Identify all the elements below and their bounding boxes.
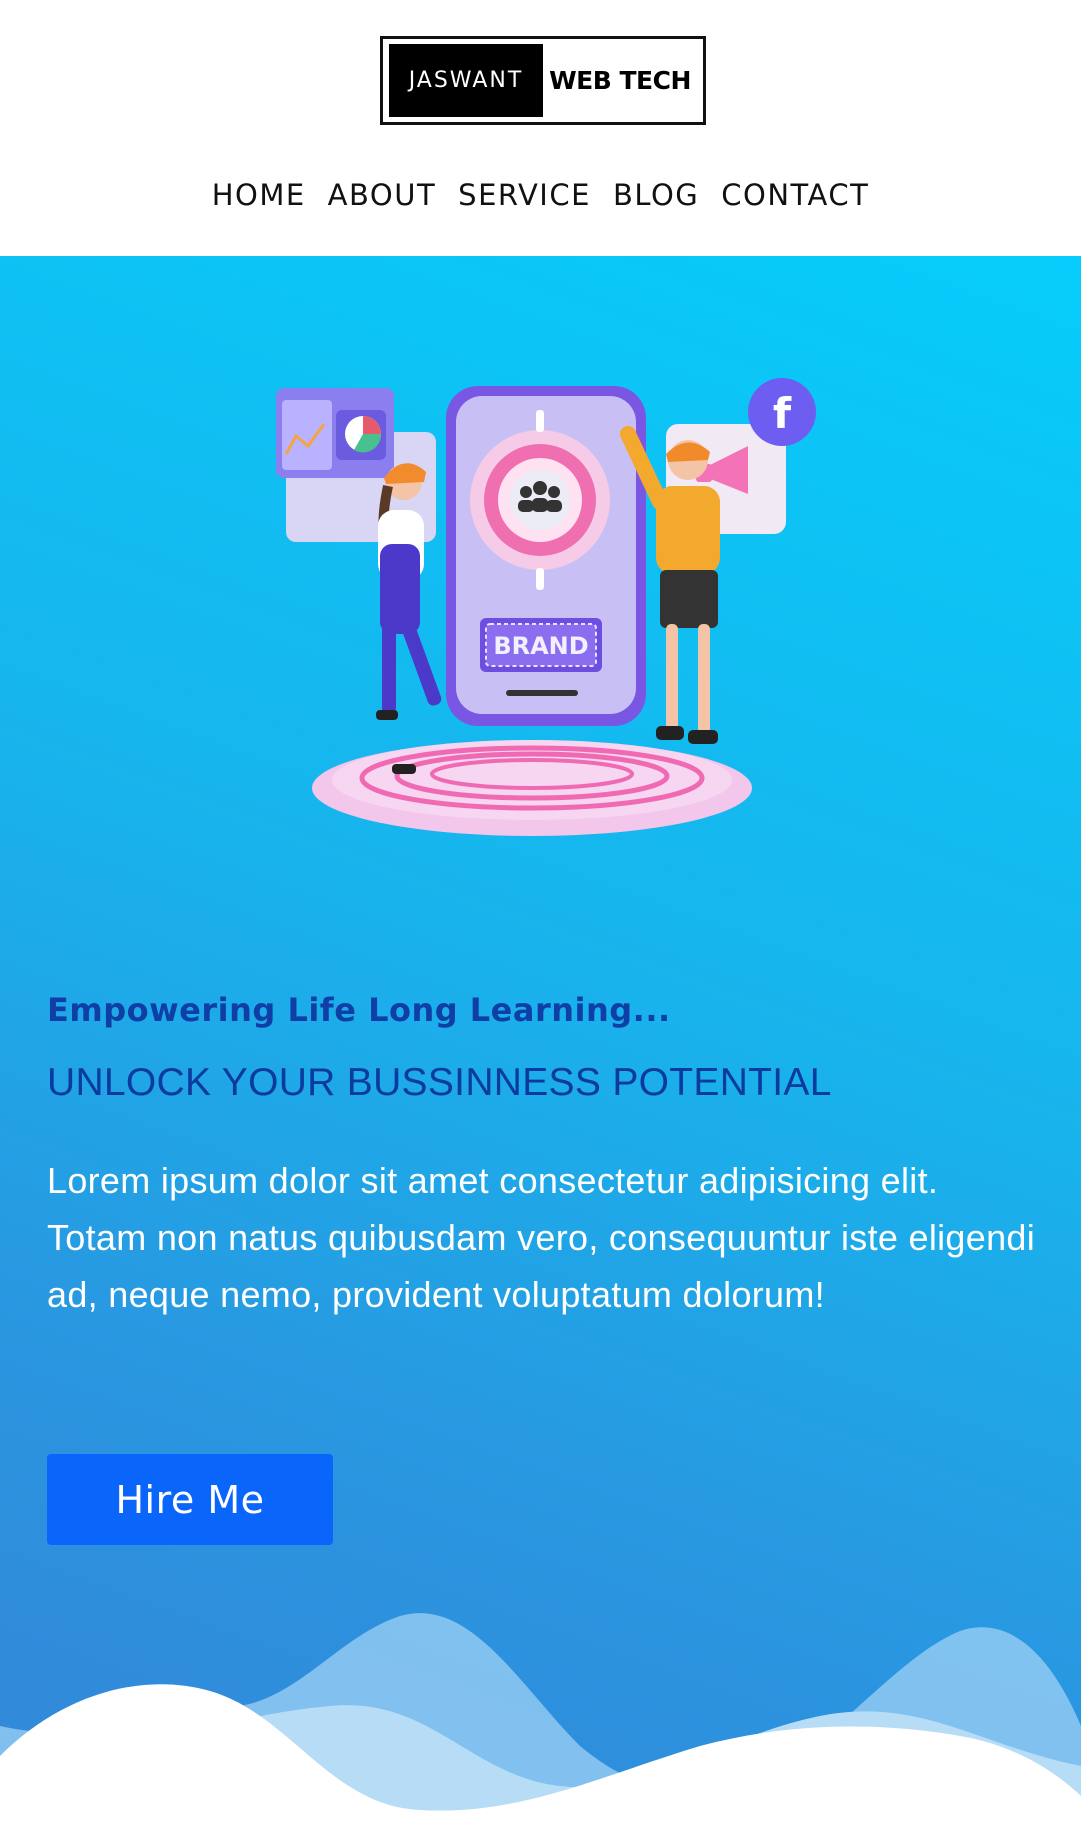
site-header: JASWANT WEB TECH HOME ABOUT SERVICE BLOG… <box>0 0 1081 256</box>
hero-section: BRAND f Empowering Life Long Learning...… <box>0 256 1081 1838</box>
phone: BRAND <box>446 386 646 726</box>
logo-right-text: WEB TECH <box>549 66 691 95</box>
hero-tagline: Empowering Life Long Learning... <box>47 991 671 1029</box>
logo-left-text: JASWANT <box>389 44 543 117</box>
logo[interactable]: JASWANT WEB TECH <box>380 36 706 125</box>
nav-item-about[interactable]: ABOUT <box>328 178 437 212</box>
hero-description: Lorem ipsum dolor sit amet consectetur a… <box>47 1160 1036 1315</box>
hero-illustration: BRAND f <box>276 378 816 836</box>
facebook-icon: f <box>748 378 816 446</box>
nav-item-contact[interactable]: CONTACT <box>721 178 869 212</box>
nav-item-blog[interactable]: BLOG <box>613 178 699 212</box>
hero-headline: UNLOCK YOUR BUSSINNESS POTENTIAL <box>47 1061 832 1104</box>
brand-badge: BRAND <box>493 632 588 660</box>
svg-text:f: f <box>773 389 792 438</box>
nav-item-service[interactable]: SERVICE <box>458 178 591 212</box>
platform <box>312 740 752 836</box>
nav-item-home[interactable]: HOME <box>212 178 306 212</box>
main-nav: HOME ABOUT SERVICE BLOG CONTACT <box>0 178 1081 212</box>
decorative-waves <box>0 1613 1081 1838</box>
hire-me-button[interactable]: Hire Me <box>47 1454 333 1545</box>
